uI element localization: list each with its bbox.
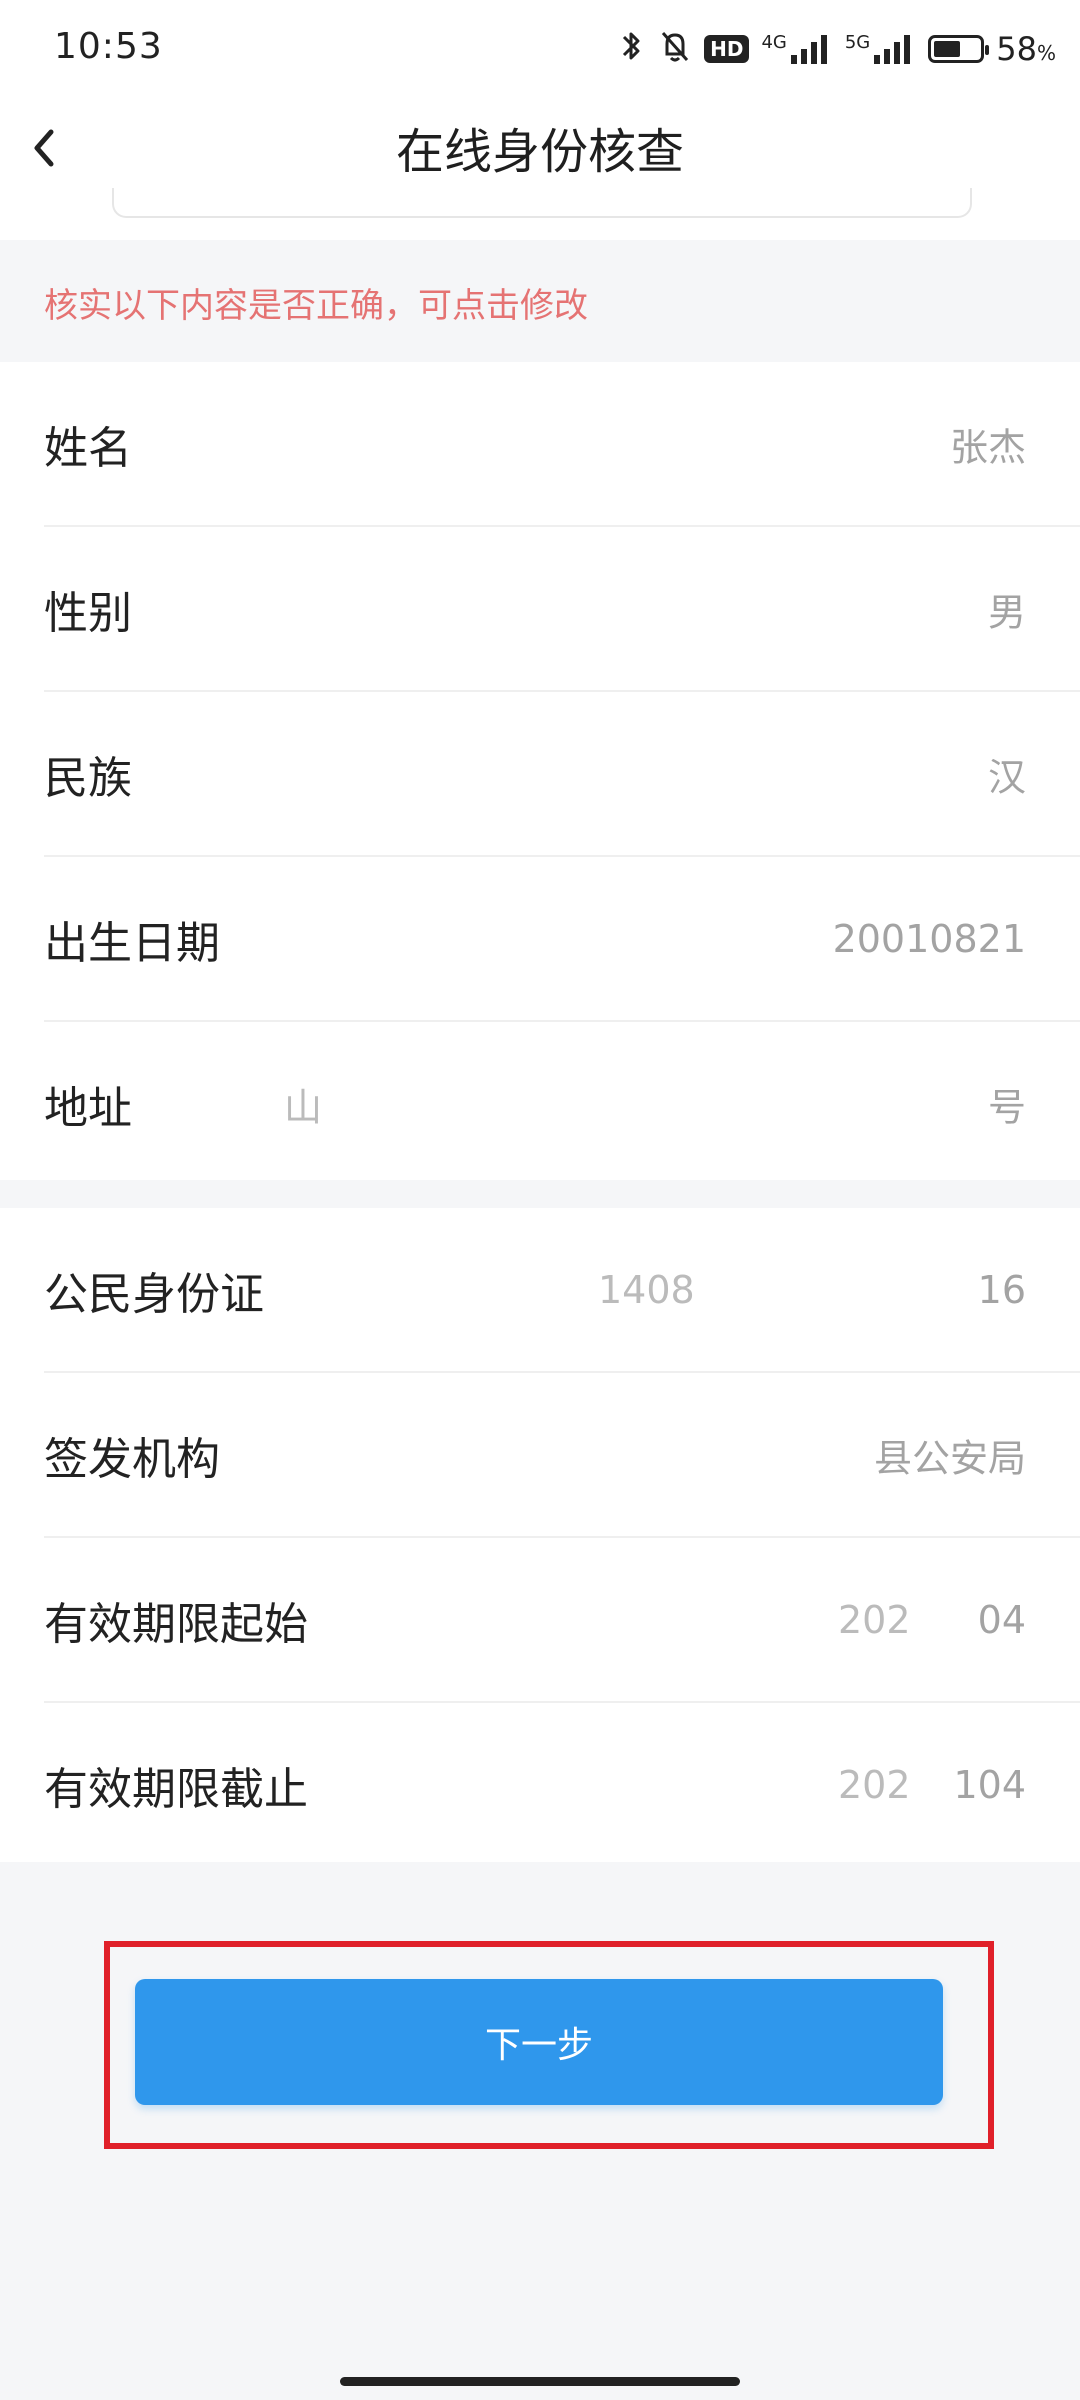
row-label: 地址 (44, 1082, 132, 1134)
home-indicator[interactable] (340, 2377, 740, 2386)
row-value-partial: 202 (838, 1597, 911, 1642)
row-label: 性别 (44, 587, 132, 639)
row-issuing-authority[interactable]: 签发机构 县公安局 (44, 1373, 1080, 1538)
row-value: 04 (977, 1597, 1026, 1642)
row-label: 有效期限起始 (44, 1598, 308, 1650)
row-name[interactable]: 姓名 张杰 (44, 362, 1080, 527)
header: 在线身份核查 (0, 98, 1080, 198)
row-value: 男 (987, 590, 1026, 634)
status-time: 10:53 (54, 26, 163, 67)
bluetooth-icon (616, 28, 646, 71)
row-birth-date[interactable]: 出生日期 20010821 (44, 857, 1080, 1022)
row-value: 16 (977, 1267, 1026, 1312)
row-label: 出生日期 (44, 917, 220, 969)
row-value-partial: 1408 (598, 1267, 695, 1312)
row-id-number[interactable]: 公民身份证 1408 16 (44, 1208, 1080, 1373)
row-value-partial: 山 (284, 1085, 323, 1129)
signal-5g-icon (872, 34, 916, 64)
battery-percent: 58% (996, 30, 1056, 68)
next-step-button[interactable]: 下一步 (135, 1979, 943, 2105)
battery-icon (928, 35, 990, 63)
id-card-section: 公民身份证 1408 16 签发机构 县公安局 有效期限起始 202 04 有效… (0, 1208, 1080, 1862)
header-strip (0, 188, 1080, 240)
row-value-partial: 202 (838, 1762, 911, 1807)
bell-muted-icon (658, 28, 692, 71)
row-label: 签发机构 (44, 1433, 220, 1485)
row-value: 张杰 (949, 425, 1026, 469)
row-value: 汉 (987, 755, 1026, 799)
row-value: 20010821 (832, 916, 1026, 961)
row-value: 104 (953, 1762, 1026, 1807)
page-title: 在线身份核查 (395, 124, 684, 180)
row-valid-from[interactable]: 有效期限起始 202 04 (44, 1538, 1080, 1703)
status-bar: 10:53 HD 4G 5G 58% (0, 0, 1080, 98)
row-gender[interactable]: 性别 男 (44, 527, 1080, 692)
row-address[interactable]: 地址 山 号 (44, 1022, 1080, 1185)
signal-4g-icon (789, 34, 833, 64)
row-label: 民族 (44, 752, 132, 804)
hd-badge: HD (704, 35, 750, 63)
notice-text: 核实以下内容是否正确，可点击修改 (44, 286, 588, 326)
row-valid-until[interactable]: 有效期限截止 202 104 (44, 1703, 1080, 1866)
row-value: 号 (987, 1085, 1026, 1129)
screen: 10:53 HD 4G 5G 58% 在线身份核查 核实以下内容是否正确，可点击… (0, 0, 1080, 2400)
row-ethnicity[interactable]: 民族 汉 (44, 692, 1080, 857)
notice-banner: 核实以下内容是否正确，可点击修改 (0, 240, 1080, 362)
row-label: 公民身份证 (44, 1268, 264, 1320)
row-label: 有效期限截止 (44, 1763, 308, 1815)
row-label: 姓名 (44, 422, 132, 474)
battery-level (934, 41, 961, 57)
status-icons: HD 4G 5G 58% (616, 24, 1056, 74)
personal-info-section: 姓名 张杰 性别 男 民族 汉 出生日期 20010821 地址 山 号 (0, 362, 1080, 1180)
network-4g-label: 4G (761, 31, 787, 53)
card-edge (112, 188, 972, 218)
row-value: 县公安局 (873, 1436, 1026, 1480)
bottom-action-area: 下一步 (0, 1862, 1080, 2400)
network-5g-label: 5G (844, 31, 871, 53)
